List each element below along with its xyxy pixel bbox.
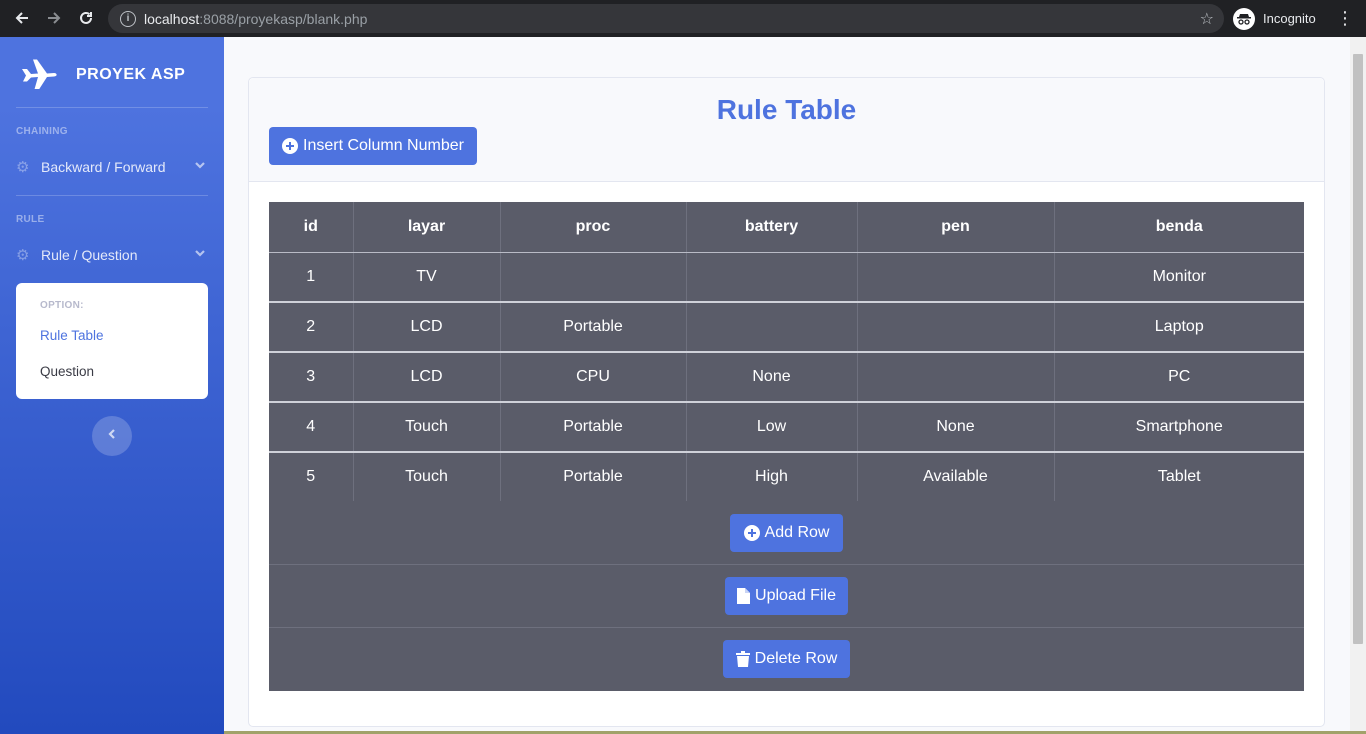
site-info-icon[interactable]: i (120, 10, 136, 27)
collapse-item-question[interactable]: Question (40, 364, 94, 379)
rule-collapse-menu: OPTION: Rule Table Question (16, 283, 208, 399)
table-header-row: id layar proc battery pen benda (269, 202, 1304, 253)
file-icon (737, 588, 751, 604)
table-cell (500, 252, 687, 303)
table-cell (857, 352, 1055, 403)
table-cell: Laptop (1054, 302, 1304, 353)
gear-icon: ⚙ (16, 247, 30, 264)
column-header: benda (1054, 202, 1304, 253)
add-row-label: Add Row (764, 524, 830, 541)
table-cell: Portable (500, 452, 687, 503)
plus-circle-icon (282, 138, 299, 154)
table-cell: High (686, 452, 858, 503)
sidebar-divider (16, 107, 208, 108)
forward-arrow-icon[interactable] (38, 2, 70, 34)
table-cell (686, 252, 858, 303)
sidebar-heading-chaining: CHAINING (16, 126, 68, 137)
table-row: 4 Touch Portable Low None Smartphone (269, 402, 1304, 453)
table-cell (857, 302, 1055, 353)
table-cell: 4 (269, 402, 354, 453)
table-cell: Monitor (1054, 252, 1304, 303)
action-divider (269, 627, 1304, 628)
column-header: id (269, 202, 354, 253)
scrollbar-thumb[interactable] (1353, 54, 1363, 644)
address-bar[interactable]: i localhost:8088/proyekasp/blank.php ☆ (108, 4, 1224, 33)
table-cell: None (686, 352, 858, 403)
table-cell: None (857, 402, 1055, 453)
gear-icon: ⚙ (16, 159, 30, 176)
table-cell: Smartphone (1054, 402, 1304, 453)
table-cell: LCD (353, 302, 501, 353)
table-row: 1 TV Monitor (269, 252, 1304, 303)
sidebar-item-backward-forward[interactable]: ⚙ Backward / Forward (16, 155, 208, 179)
add-row-button[interactable]: Add Row (730, 514, 843, 552)
table-cell: Tablet (1054, 452, 1304, 503)
sidebar: PROYEK ASP CHAINING ⚙ Backward / Forward… (0, 37, 224, 734)
column-header: battery (686, 202, 858, 253)
column-header: layar (353, 202, 501, 253)
table-cell: 2 (269, 302, 354, 353)
table-cell: 5 (269, 452, 354, 503)
delete-row-button[interactable]: Delete Row (723, 640, 850, 678)
page-scrollbar[interactable] (1350, 37, 1366, 734)
sidebar-brand[interactable]: PROYEK ASP (20, 55, 185, 94)
table-cell: Touch (353, 402, 501, 453)
table-cell: Available (857, 452, 1055, 503)
collapse-item-rule-table[interactable]: Rule Table (40, 328, 104, 343)
trash-icon (735, 651, 750, 667)
plus-circle-icon (743, 525, 760, 541)
table-cell (686, 302, 858, 353)
page-title: Rule Table (716, 94, 857, 125)
insert-column-number-label: Insert Column Number (303, 137, 464, 154)
table-cell: Low (686, 402, 858, 453)
upload-file-button[interactable]: Upload File (725, 577, 848, 615)
bookmark-star-icon[interactable]: ☆ (1200, 9, 1214, 29)
table-cell: Portable (500, 302, 687, 353)
chevron-down-icon (194, 246, 206, 262)
back-arrow-icon[interactable] (6, 2, 38, 34)
airplane-icon (20, 55, 58, 94)
reload-icon[interactable] (70, 2, 102, 34)
sidebar-heading-rule: RULE (16, 214, 45, 225)
table-cell (857, 252, 1055, 303)
table-cell: TV (353, 252, 501, 303)
table-cell: CPU (500, 352, 687, 403)
table-cell: Portable (500, 402, 687, 453)
table-cell: LCD (353, 352, 501, 403)
sidebar-divider (16, 195, 208, 196)
sidebar-item-label: Rule / Question (41, 247, 138, 263)
incognito-profile[interactable]: Incognito (1233, 5, 1316, 32)
browser-menu-icon[interactable]: ⋮ (1336, 8, 1354, 28)
upload-file-label: Upload File (755, 587, 836, 604)
table-cell: 3 (269, 352, 354, 403)
sidebar-item-label: Backward / Forward (41, 159, 166, 175)
brand-text: PROYEK ASP (76, 65, 186, 83)
url-host: localhost (144, 10, 200, 27)
column-header: pen (857, 202, 1055, 253)
column-header: proc (500, 202, 687, 253)
insert-column-number-button[interactable]: Insert Column Number (269, 127, 477, 165)
incognito-label: Incognito (1263, 11, 1316, 26)
table-cell: Touch (353, 452, 501, 503)
sidebar-toggle-button[interactable] (92, 416, 132, 456)
action-divider (269, 564, 1304, 565)
chevron-left-icon (107, 427, 117, 445)
url-path: :8088/proyekasp/blank.php (199, 10, 368, 27)
table-row: 3 LCD CPU None PC (269, 352, 1304, 403)
table-row: 2 LCD Portable Laptop (269, 302, 1304, 353)
rule-table: id layar proc battery pen benda 1 TV Mon… (269, 202, 1304, 503)
table-cell: 1 (269, 252, 354, 303)
incognito-icon (1233, 7, 1255, 30)
chevron-down-icon (194, 158, 206, 174)
delete-row-label: Delete Row (754, 650, 838, 667)
table-cell: PC (1054, 352, 1304, 403)
browser-toolbar: i localhost:8088/proyekasp/blank.php ☆ I… (0, 0, 1366, 37)
sidebar-item-rule-question[interactable]: ⚙ Rule / Question (16, 243, 208, 267)
collapse-header: OPTION: (40, 300, 84, 311)
table-row: 5 Touch Portable High Available Tablet (269, 452, 1304, 503)
